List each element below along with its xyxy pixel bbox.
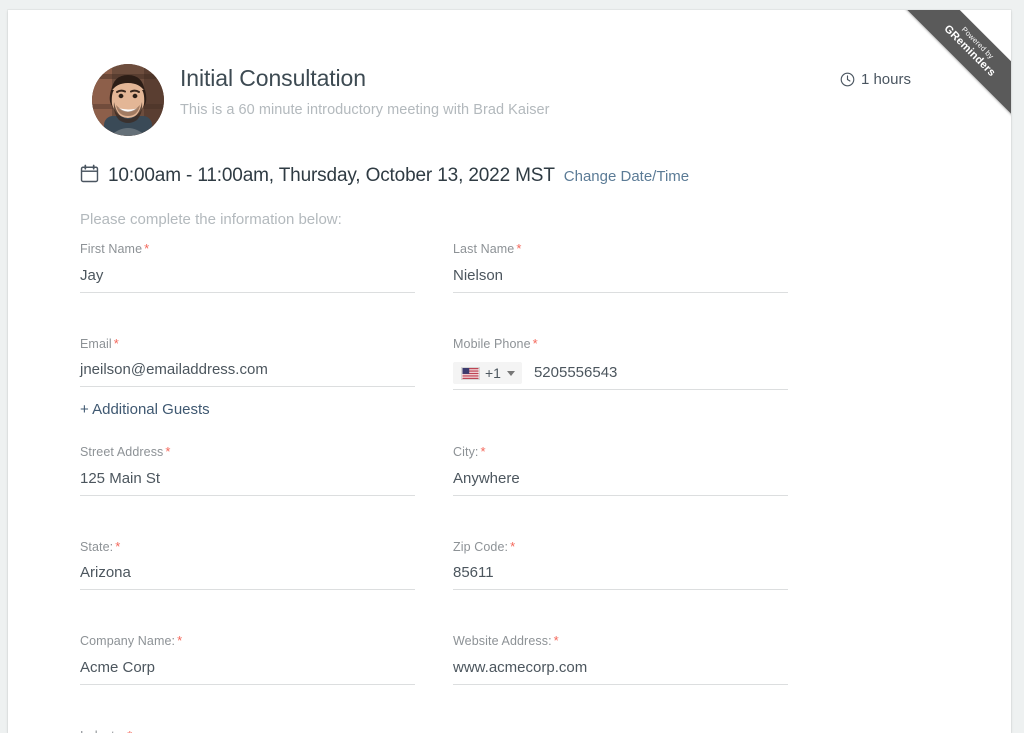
clock-icon: [840, 72, 855, 87]
form-row-name: First Name* Jay Last Name* Nielson: [80, 242, 772, 293]
state-label: State:*: [80, 540, 415, 554]
company-name-input[interactable]: Acme Corp: [80, 660, 415, 685]
form-col-city: City:* Anywhere: [453, 445, 788, 496]
change-date-time-link[interactable]: Change Date/Time: [564, 168, 689, 185]
required-asterisk: *: [144, 241, 149, 256]
last-name-input[interactable]: Nielson: [453, 268, 788, 293]
form-col-street-address: Street Address* 125 Main St: [80, 445, 415, 496]
chevron-down-icon: [507, 371, 515, 376]
required-asterisk: *: [177, 633, 182, 648]
avatar-photo-icon: [92, 64, 164, 136]
required-asterisk: *: [165, 444, 170, 459]
required-asterisk: *: [554, 633, 559, 648]
additional-guests-link[interactable]: + Additional Guests: [80, 401, 210, 418]
mobile-phone-input[interactable]: 5205556543: [522, 365, 788, 389]
city-input[interactable]: Anywhere: [453, 471, 788, 496]
required-asterisk: *: [114, 336, 119, 351]
required-asterisk: *: [127, 728, 132, 733]
field-first-name: First Name* Jay: [80, 242, 415, 293]
form-row-state-zip: State:* Arizona Zip Code:* 85611: [80, 540, 772, 591]
required-asterisk: *: [115, 539, 120, 554]
booking-card: Powered by GReminders: [8, 10, 1011, 733]
appointment-datetime-row: 10:00am - 11:00am, Thursday, October 13,…: [80, 162, 689, 187]
city-label: City:*: [453, 445, 788, 459]
form-col-email: Email* jneilson@emailaddress.com + Addit…: [80, 337, 415, 420]
street-address-label: Street Address*: [80, 445, 415, 459]
required-asterisk: *: [533, 336, 538, 351]
field-industry: Industry* Finance Manufacturing Medic: [80, 729, 415, 733]
field-city: City:* Anywhere: [453, 445, 788, 496]
us-flag-icon: [461, 367, 480, 380]
required-asterisk: *: [510, 539, 515, 554]
company-name-label: Company Name:*: [80, 634, 415, 648]
email-label: Email*: [80, 337, 415, 351]
field-last-name: Last Name* Nielson: [453, 242, 788, 293]
form-col-company-name: Company Name:* Acme Corp: [80, 634, 415, 685]
website-address-input[interactable]: www.acmecorp.com: [453, 660, 788, 685]
state-input[interactable]: Arizona: [80, 565, 415, 590]
required-asterisk: *: [516, 241, 521, 256]
event-header: Initial Consultation This is a 60 minute…: [92, 55, 987, 147]
form-col-zip-code: Zip Code:* 85611: [453, 540, 788, 591]
industry-label: Industry*: [80, 729, 415, 733]
page-title: Initial Consultation: [180, 65, 550, 93]
street-address-input[interactable]: 125 Main St: [80, 471, 415, 496]
form-row-address: Street Address* 125 Main St City:* Anywh…: [80, 445, 772, 496]
field-company-name: Company Name:* Acme Corp: [80, 634, 415, 685]
event-titles: Initial Consultation This is a 60 minute…: [180, 65, 550, 118]
field-street-address: Street Address* 125 Main St: [80, 445, 415, 496]
appointment-datetime-text: 10:00am - 11:00am, Thursday, October 13,…: [108, 165, 555, 187]
event-description: This is a 60 minute introductory meeting…: [180, 102, 550, 118]
first-name-input[interactable]: Jay: [80, 268, 415, 293]
event-duration: 1 hours: [840, 71, 911, 88]
dial-code-text: +1: [485, 365, 501, 381]
form-intro-text: Please complete the information below:: [80, 211, 342, 228]
first-name-label: First Name*: [80, 242, 415, 256]
phone-input-group: +1 5205556543: [453, 362, 788, 390]
email-field[interactable]: jneilson@emailaddress.com: [80, 362, 415, 387]
zip-code-label: Zip Code:*: [453, 540, 788, 554]
mobile-phone-label: Mobile Phone*: [453, 337, 788, 351]
form-row-company: Company Name:* Acme Corp Website Address…: [80, 634, 772, 685]
last-name-label: Last Name*: [453, 242, 788, 256]
form-col-industry: Industry* Finance Manufacturing Medic: [80, 729, 415, 733]
field-email: Email* jneilson@emailaddress.com: [80, 337, 415, 388]
field-state: State:* Arizona: [80, 540, 415, 591]
avatar: [92, 64, 164, 136]
form-col-last-name: Last Name* Nielson: [453, 242, 788, 293]
form-row-contact: Email* jneilson@emailaddress.com + Addit…: [80, 337, 772, 420]
form-col-state: State:* Arizona: [80, 540, 415, 591]
country-code-selector[interactable]: +1: [453, 362, 522, 384]
form-col-first-name: First Name* Jay: [80, 242, 415, 293]
form-col-mobile-phone: Mobile Phone*: [453, 337, 788, 420]
required-asterisk: *: [481, 444, 486, 459]
booking-form: First Name* Jay Last Name* Nielson Email…: [80, 242, 772, 733]
field-zip-code: Zip Code:* 85611: [453, 540, 788, 591]
calendar-icon: [80, 164, 99, 183]
field-website-address: Website Address:* www.acmecorp.com: [453, 634, 788, 685]
zip-code-input[interactable]: 85611: [453, 565, 788, 590]
form-col-website-address: Website Address:* www.acmecorp.com: [453, 634, 788, 685]
website-address-label: Website Address:*: [453, 634, 788, 648]
form-row-industry: Industry* Finance Manufacturing Medic: [80, 729, 772, 733]
field-mobile-phone: Mobile Phone*: [453, 337, 788, 391]
duration-text: 1 hours: [861, 71, 911, 88]
